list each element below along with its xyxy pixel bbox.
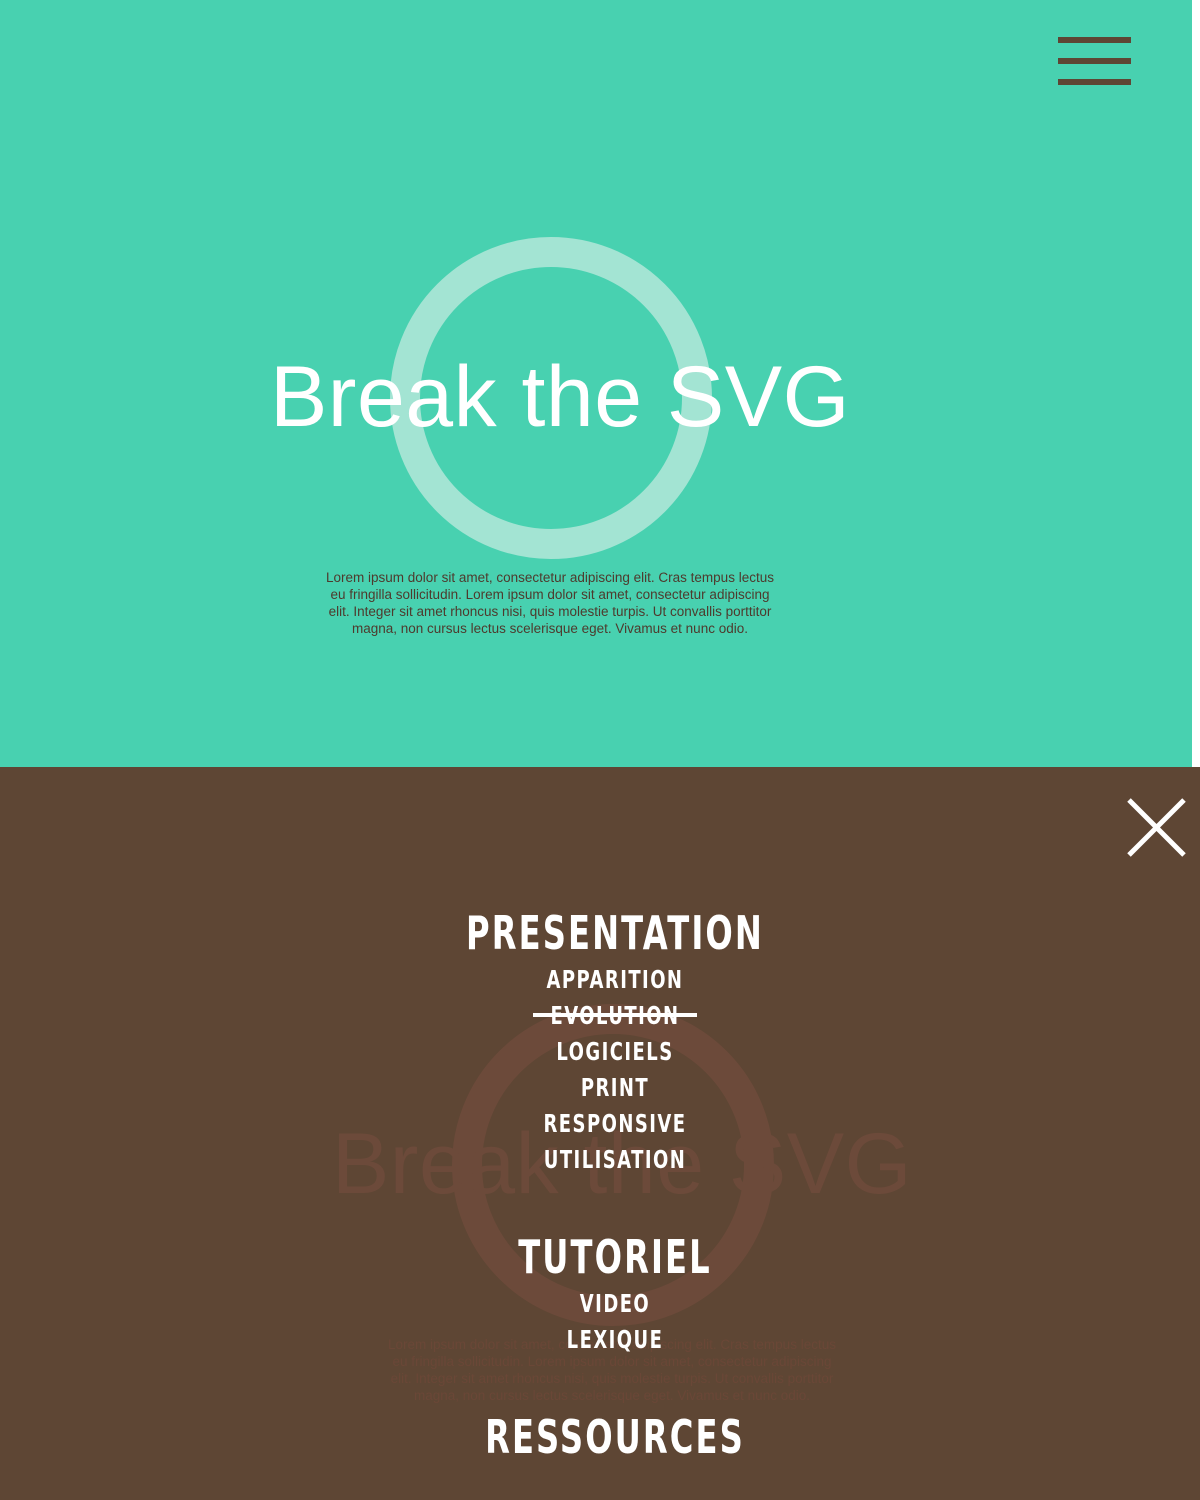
strikethrough-line — [533, 1013, 697, 1017]
hero-title: Break the SVG — [269, 349, 851, 445]
menu-section-tutoriel[interactable]: TUTORIEL — [185, 1229, 1046, 1285]
menu-item-responsive[interactable]: RESPONSIVE — [172, 1108, 1058, 1140]
hero-body-text: Lorem ipsum dolor sit amet, consectetur … — [326, 570, 774, 636]
hamburger-bar — [1058, 37, 1131, 43]
hamburger-bar — [1058, 58, 1131, 64]
menu-section-ressources[interactable]: RESSOURCES — [185, 1409, 1046, 1465]
hamburger-icon[interactable] — [1058, 37, 1131, 86]
menu-item-video[interactable]: VIDEO — [172, 1288, 1058, 1320]
menu-item-lexique[interactable]: LEXIQUE — [172, 1324, 1058, 1356]
close-icon[interactable] — [1126, 797, 1187, 858]
menu-section-presentation[interactable]: PRESENTATION — [185, 905, 1046, 961]
hamburger-bar — [1058, 79, 1131, 85]
menu-item-utilisation[interactable]: UTILISATION — [172, 1144, 1058, 1176]
menu-item-apparition[interactable]: APPARITION — [172, 964, 1058, 996]
hero-section: Break the SVG Lorem ipsum dolor sit amet… — [0, 0, 1192, 767]
page: Break the SVG Lorem ipsum dolor sit amet… — [0, 0, 1200, 1500]
menu-item-logiciels[interactable]: LOGICIELS — [172, 1036, 1058, 1068]
menu-item-print[interactable]: PRINT — [172, 1072, 1058, 1104]
